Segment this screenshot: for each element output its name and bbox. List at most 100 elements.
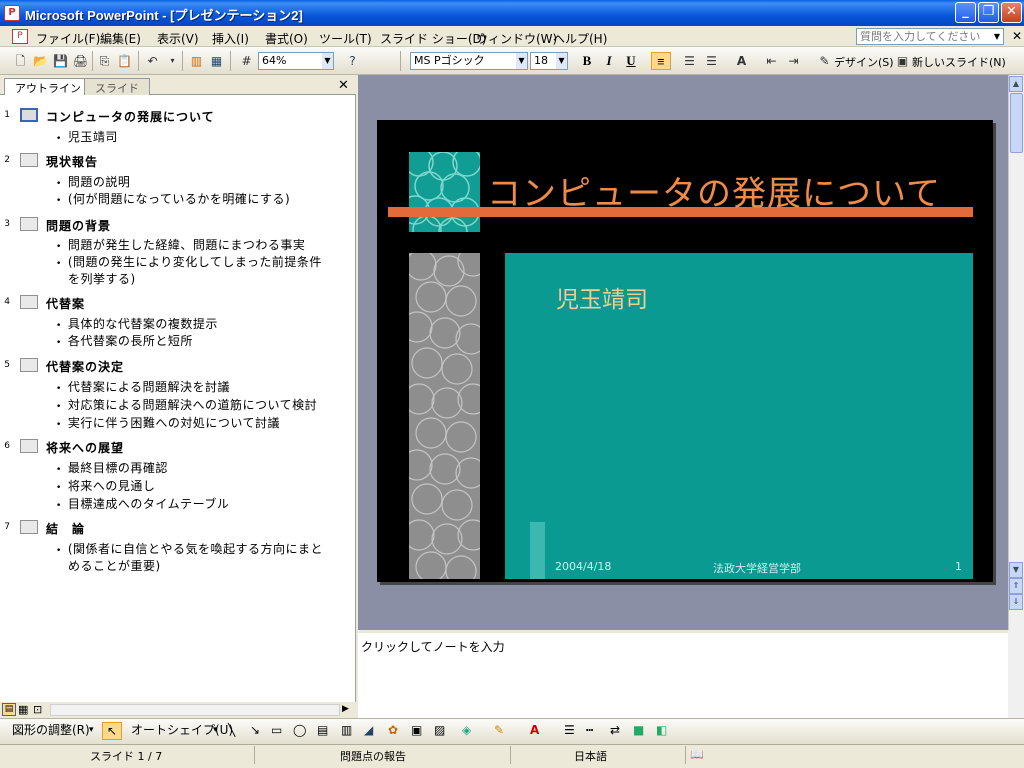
document-icon[interactable]: P	[12, 29, 28, 44]
outline-bullet-continued[interactable]: を列挙する)	[68, 270, 136, 287]
outline-bullet[interactable]: 問題が発生した経緯、問題にまつわる事実	[56, 236, 305, 253]
next-slide-icon[interactable]: ⇓	[1009, 594, 1023, 610]
paste-icon[interactable]: 📋	[116, 53, 133, 69]
previous-slide-icon[interactable]: ⇑	[1009, 578, 1023, 594]
menu-view[interactable]: 表示(V)	[157, 30, 199, 47]
increase-indent-icon[interactable]: ⇥	[785, 53, 802, 69]
outline-bullet[interactable]: (関係者に自信とやる気を喚起する方向にまと	[56, 540, 323, 557]
fill-color-icon[interactable]: ◈	[462, 722, 471, 738]
outline-title[interactable]: 現状報告	[46, 153, 98, 170]
diagram-icon[interactable]: ✿	[388, 722, 398, 738]
menu-insert[interactable]: 挿入(I)	[212, 30, 249, 47]
scroll-down-icon[interactable]: ▼	[1009, 562, 1023, 578]
outline-title[interactable]: コンピュータの発展について	[46, 108, 215, 125]
decrease-indent-icon[interactable]: ⇤	[763, 53, 780, 69]
spellcheck-icon[interactable]: 📖	[690, 748, 704, 761]
chevron-down-icon[interactable]: ▾	[89, 722, 94, 738]
slide-subtitle[interactable]: 児玉靖司	[556, 280, 648, 314]
menu-file[interactable]: ファイル(F)	[36, 30, 100, 47]
vertical-scrollbar[interactable]	[1008, 75, 1024, 630]
undo-icon[interactable]: ↶	[144, 53, 161, 69]
copy-icon[interactable]: ⎘	[96, 53, 113, 69]
line-color-icon[interactable]: ✎	[494, 722, 504, 738]
outline-bullet[interactable]: (問題の発生により変化してしまった前提条件	[56, 253, 322, 270]
font-size-combo[interactable]: 18 ▼	[530, 52, 568, 70]
chevron-down-icon[interactable]: ▼	[322, 53, 333, 69]
outline-subtitle[interactable]: 児玉靖司	[56, 128, 118, 145]
textbox-icon[interactable]: ▤	[317, 722, 328, 738]
horizontal-scrollbar[interactable]	[50, 704, 340, 716]
menu-format[interactable]: 書式(O)	[265, 30, 308, 47]
align-left-icon[interactable]: ≡	[651, 52, 671, 70]
chevron-down-icon[interactable]: ▾	[164, 53, 181, 69]
minimize-button[interactable]: _	[955, 2, 976, 23]
select-pointer-icon[interactable]: ↖	[102, 722, 122, 740]
scroll-thumb[interactable]	[1010, 93, 1023, 153]
slide-icon[interactable]	[20, 108, 38, 122]
notes-scrollbar[interactable]	[1008, 630, 1024, 718]
adjust-shapes-menu[interactable]: 図形の調整(R)	[12, 722, 90, 738]
clipart-icon[interactable]: ▣	[411, 722, 422, 738]
line-icon[interactable]: ╲	[228, 722, 235, 738]
numbered-list-icon[interactable]: ☰	[681, 53, 698, 69]
ellipse-icon[interactable]: ◯	[293, 722, 306, 738]
slide-title[interactable]: コンピュータの発展について	[487, 166, 941, 215]
scroll-up-icon[interactable]: ▲	[1009, 76, 1023, 92]
3d-icon[interactable]: ◧	[656, 722, 667, 738]
slide-date[interactable]: 2004/4/18	[555, 560, 611, 573]
slide-icon[interactable]	[20, 439, 38, 453]
line-style-icon[interactable]: ☰	[564, 722, 575, 738]
arrow-icon[interactable]: ↘	[250, 722, 260, 738]
menu-window[interactable]: ウィンドウ(W)	[476, 30, 557, 47]
help-search-input[interactable]: 質問を入力してください ▼	[856, 28, 1004, 45]
outline-bullet[interactable]: 代替案による問題解決を討議	[56, 378, 230, 395]
powerpoint-app-icon[interactable]: P	[4, 5, 20, 21]
title-bar[interactable]: P Microsoft PowerPoint - [プレゼンテーション2] _ …	[0, 0, 1024, 26]
normal-view-icon[interactable]: ▤	[2, 703, 16, 716]
slide-icon[interactable]	[20, 217, 38, 231]
font-name-combo[interactable]: MS Pゴシック ▼	[410, 52, 528, 70]
notes-pane[interactable]: クリックしてノートを入力	[358, 630, 1008, 718]
outline-title[interactable]: 代替案の決定	[46, 358, 124, 375]
picture-icon[interactable]: ▨	[434, 722, 445, 738]
menu-edit[interactable]: 編集(E)	[100, 30, 141, 47]
slide-icon[interactable]	[20, 295, 38, 309]
outline-bullet[interactable]: 具体的な代替案の複数提示	[56, 315, 218, 332]
slide-footer[interactable]: 法政大学経営学部	[713, 560, 801, 576]
vertical-textbox-icon[interactable]: ▥	[341, 722, 352, 738]
slideshow-icon[interactable]: ⊡	[33, 703, 42, 716]
chevron-down-icon[interactable]: ▾	[213, 722, 218, 738]
new-slide-button[interactable]: 新しいスライド(N)	[912, 54, 1006, 70]
outline-title[interactable]: 結 論	[46, 520, 85, 537]
slide-icon[interactable]	[20, 153, 38, 167]
insert-table-icon[interactable]: ▦	[208, 53, 225, 69]
zoom-combo[interactable]: 64% ▼	[258, 52, 334, 70]
chevron-down-icon[interactable]: ▼	[991, 29, 1003, 44]
tab-slides[interactable]: スライド	[84, 78, 150, 95]
rectangle-icon[interactable]: ▭	[271, 722, 282, 738]
open-folder-icon[interactable]: 📂	[32, 53, 49, 69]
outline-title[interactable]: 将来への展望	[46, 439, 124, 456]
italic-button[interactable]: I	[599, 52, 619, 70]
slide-icon[interactable]	[20, 520, 38, 534]
restore-button[interactable]: ❐	[978, 2, 999, 23]
insert-chart-icon[interactable]: ▥	[188, 53, 205, 69]
font-size-increase-icon[interactable]: A	[733, 53, 750, 69]
outline-bullet[interactable]: 問題の説明	[56, 173, 130, 190]
outline-bullet[interactable]: 将来への見通し	[56, 477, 155, 494]
outline-bullet[interactable]: 対応策による問題解決への道筋について検討	[56, 396, 317, 413]
close-button[interactable]: ✕	[1001, 2, 1022, 23]
outline-bullet[interactable]: 実行に伴う困難への対処について討議	[56, 414, 280, 431]
outline-bullet-continued[interactable]: めることが重要)	[68, 557, 161, 574]
menu-slideshow[interactable]: スライド ショー(D)	[380, 30, 486, 47]
chevron-down-icon[interactable]: ▼	[516, 53, 527, 69]
menu-tools[interactable]: ツール(T)	[319, 30, 372, 47]
close-icon[interactable]: ✕	[338, 78, 349, 93]
document-close-icon[interactable]: ✕	[1012, 29, 1022, 43]
dash-style-icon[interactable]: ┅	[586, 722, 593, 738]
menu-help[interactable]: ヘルプ(H)	[553, 30, 607, 47]
slide-number[interactable]: 1	[955, 560, 962, 573]
save-icon[interactable]: 💾	[52, 53, 69, 69]
outline-bullet[interactable]: 最終目標の再確認	[56, 459, 168, 476]
help-icon[interactable]: ?	[344, 53, 361, 69]
